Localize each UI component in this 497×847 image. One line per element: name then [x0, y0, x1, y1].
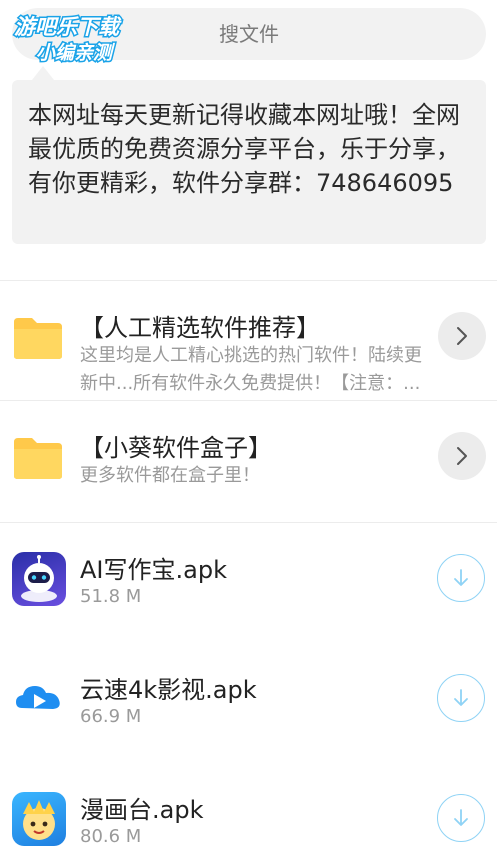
- download-button[interactable]: [437, 674, 485, 722]
- folder-title: 【小葵软件盒子】: [80, 434, 272, 462]
- file-size: 51.8 M: [80, 586, 142, 607]
- folder-row-1[interactable]: 【人工精选软件推荐】 这里均是人工精心挑选的热门软件！陆续更新中...所有软件永…: [0, 300, 497, 400]
- folder-title: 【人工精选软件推荐】: [80, 314, 320, 342]
- robot-app-icon: [12, 552, 66, 606]
- notice-bubble-tail: [32, 66, 54, 80]
- chevron-right-icon: [457, 447, 467, 465]
- chevron-right-icon: [457, 327, 467, 345]
- cloud-play-app-icon: [12, 672, 66, 726]
- file-name: 云速4k影视.apk: [80, 676, 257, 704]
- folder-icon: [14, 318, 62, 359]
- download-button[interactable]: [437, 794, 485, 842]
- download-button[interactable]: [437, 554, 485, 602]
- site-logo: 游吧乐下载 小编亲测: [10, 6, 148, 66]
- folder-description: 这里均是人工精心挑选的热门软件！陆续更新中...所有软件永久免费提供！【注意：.…: [80, 345, 422, 394]
- download-arrow-icon: [454, 569, 468, 586]
- notice-text: 本网址每天更新记得收藏本网址哦！全网最优质的免费资源分享平台，乐于分享，有你更精…: [28, 101, 460, 197]
- download-arrow-icon: [454, 809, 468, 826]
- divider: [0, 280, 497, 281]
- divider: [0, 400, 497, 401]
- file-name: AI写作宝.apk: [80, 556, 227, 584]
- file-row-1[interactable]: AI写作宝.apk 51.8 M: [0, 540, 497, 630]
- file-size: 66.9 M: [80, 706, 142, 727]
- folder-description: 更多软件都在盒子里！: [80, 465, 260, 486]
- divider: [0, 522, 497, 523]
- svg-text:游吧乐下载: 游吧乐下载: [14, 15, 122, 39]
- open-folder-button[interactable]: [438, 312, 486, 360]
- folder-row-2[interactable]: 【小葵软件盒子】 更多软件都在盒子里！: [0, 420, 497, 520]
- notice-bubble: 本网址每天更新记得收藏本网址哦！全网最优质的免费资源分享平台，乐于分享，有你更精…: [12, 80, 486, 244]
- svg-text:小编亲测: 小编亲测: [36, 42, 116, 64]
- file-row-2[interactable]: 云速4k影视.apk 66.9 M: [0, 660, 497, 750]
- open-folder-button[interactable]: [438, 432, 486, 480]
- download-arrow-icon: [454, 689, 468, 706]
- file-size: 80.6 M: [80, 826, 142, 847]
- cartoon-app-icon: [12, 792, 66, 846]
- file-name: 漫画台.apk: [80, 796, 204, 824]
- file-row-3[interactable]: 漫画台.apk 80.6 M: [0, 780, 497, 847]
- folder-icon: [14, 438, 62, 479]
